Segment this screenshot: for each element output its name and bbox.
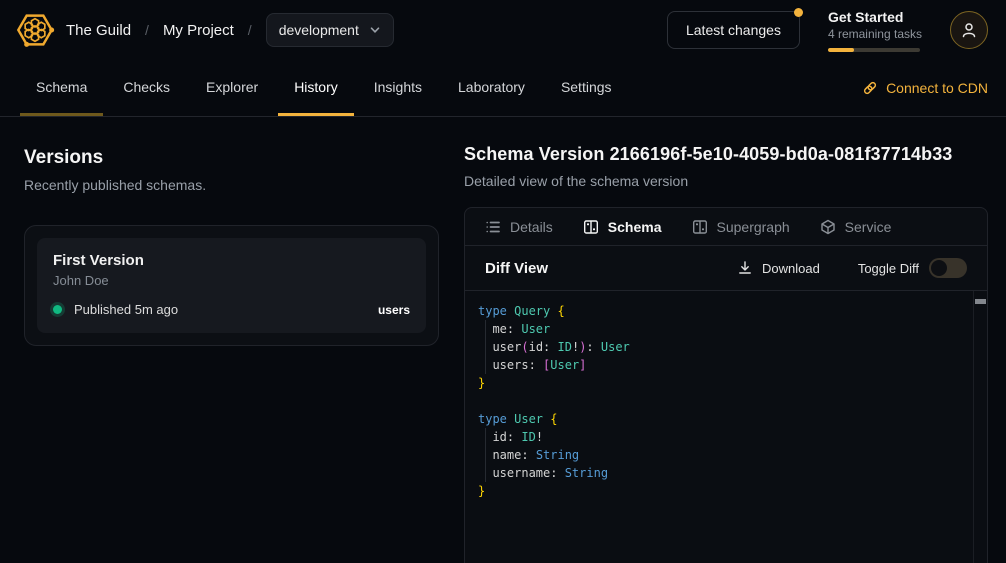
scrollbar-thumb[interactable] — [975, 299, 986, 304]
code-line: } — [478, 374, 987, 392]
tab-insights[interactable]: Insights — [358, 60, 438, 116]
version-status: Published 5m ago — [74, 302, 178, 317]
version-list-item[interactable]: First Version John Doe Published 5m ago … — [37, 238, 426, 333]
hive-logo-icon[interactable] — [14, 9, 56, 51]
code-line: username: String — [478, 464, 987, 482]
diff-view-toolbar: Diff View Download Toggle Diff — [465, 246, 987, 291]
chevron-down-icon — [369, 24, 381, 36]
cube-icon — [820, 219, 836, 235]
tab-service[interactable]: Service — [820, 219, 892, 235]
breadcrumb-project[interactable]: My Project — [163, 22, 234, 39]
connect-to-cdn-label: Connect to CDN — [886, 80, 988, 96]
schema-version-card: Details Schema Supergr — [464, 207, 988, 563]
columns-icon — [583, 219, 599, 235]
target-selector-value: development — [279, 22, 359, 38]
versions-list: First Version John Doe Published 5m ago … — [24, 225, 439, 346]
tab-supergraph[interactable]: Supergraph — [692, 219, 790, 235]
get-started-progressbar — [828, 48, 920, 52]
diff-view-title: Diff View — [485, 260, 548, 277]
code-line — [478, 392, 987, 410]
code-line: user(id: ID!): User — [478, 338, 987, 356]
columns-icon — [692, 219, 708, 235]
notification-dot — [794, 8, 803, 17]
tab-history[interactable]: History — [278, 60, 354, 116]
toggle-knob — [931, 260, 947, 276]
connect-to-cdn-button[interactable]: Connect to CDN — [862, 60, 988, 116]
progress-fill — [828, 48, 854, 52]
breadcrumb-separator: / — [248, 22, 252, 38]
get-started-title: Get Started — [828, 9, 922, 25]
get-started-subtitle: 4 remaining tasks — [828, 27, 922, 41]
tab-schema[interactable]: Schema — [20, 60, 103, 116]
code-line: } — [478, 482, 987, 500]
code-line: name: String — [478, 446, 987, 464]
schema-version-subtitle: Detailed view of the schema version — [464, 173, 988, 189]
tab-schema-view[interactable]: Schema — [583, 219, 662, 235]
app-header: The Guild / My Project / development Lat… — [0, 0, 1006, 60]
breadcrumb-org[interactable]: The Guild — [66, 22, 131, 39]
person-icon — [960, 21, 978, 39]
latest-changes-button[interactable]: Latest changes — [667, 11, 800, 49]
breadcrumb-separator: / — [145, 22, 149, 38]
toggle-diff-switch[interactable] — [929, 258, 967, 278]
version-name: First Version — [53, 252, 410, 269]
tab-details[interactable]: Details — [485, 219, 553, 235]
published-status-dot — [53, 305, 62, 314]
tab-explorer[interactable]: Explorer — [190, 60, 274, 116]
tab-checks[interactable]: Checks — [107, 60, 186, 116]
target-selector-dropdown[interactable]: development — [266, 13, 394, 47]
code-lines: type Query { me: User user(id: ID!): Use… — [465, 302, 987, 500]
version-author: John Doe — [53, 273, 410, 288]
code-line: type Query { — [478, 302, 987, 320]
get-started-widget[interactable]: Get Started 4 remaining tasks — [828, 9, 922, 52]
code-line: type User { — [478, 410, 987, 428]
version-service-badge: users — [378, 303, 410, 317]
tab-settings[interactable]: Settings — [545, 60, 628, 116]
versions-title: Versions — [24, 147, 439, 169]
code-line: id: ID! — [478, 428, 987, 446]
latest-changes-label: Latest changes — [686, 22, 781, 38]
vertical-scrollbar[interactable] — [973, 291, 987, 563]
tab-laboratory[interactable]: Laboratory — [442, 60, 541, 116]
versions-panel: Versions Recently published schemas. Fir… — [0, 117, 455, 563]
main-nav: Schema Checks Explorer History Insights … — [0, 60, 1006, 117]
breadcrumb: The Guild / My Project / development — [66, 13, 394, 47]
schema-code-editor[interactable]: type Query { me: User user(id: ID!): Use… — [465, 291, 987, 563]
schema-version-title: Schema Version 2166196f-5e10-4059-bd0a-0… — [464, 144, 988, 165]
versions-subtitle: Recently published schemas. — [24, 177, 439, 193]
download-icon — [737, 260, 753, 276]
toggle-diff-label: Toggle Diff — [858, 261, 919, 276]
download-button[interactable]: Download — [737, 260, 820, 276]
user-avatar-button[interactable] — [950, 11, 988, 49]
list-icon — [485, 219, 501, 235]
code-line: users: [User] — [478, 356, 987, 374]
version-view-tabs: Details Schema Supergr — [465, 208, 987, 246]
code-line: me: User — [478, 320, 987, 338]
link-icon — [862, 80, 878, 96]
schema-version-panel: Schema Version 2166196f-5e10-4059-bd0a-0… — [455, 117, 1006, 563]
